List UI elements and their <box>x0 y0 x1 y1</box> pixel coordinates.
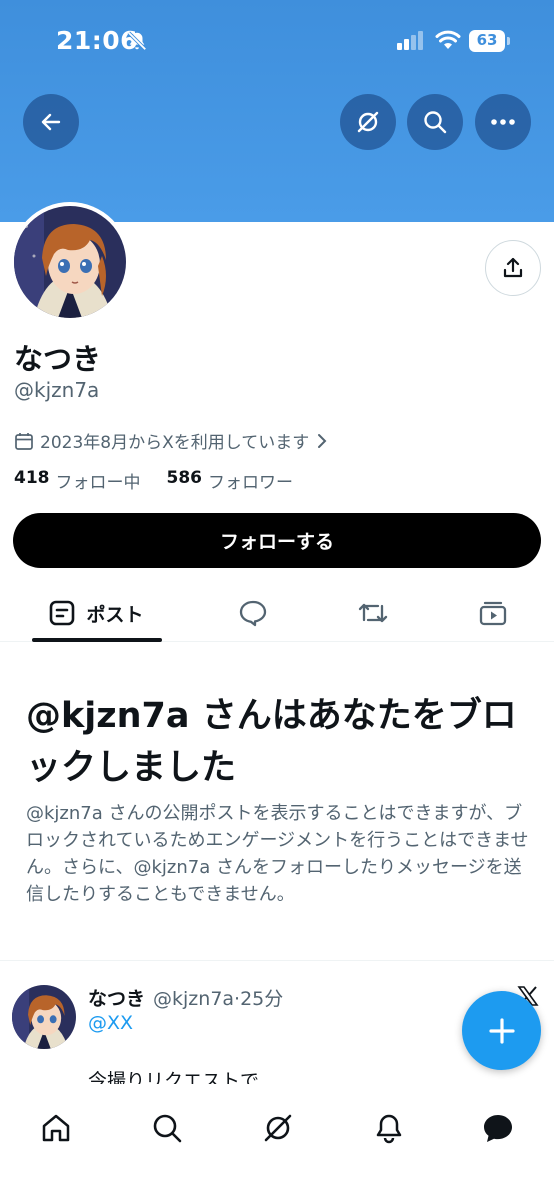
calendar-icon <box>15 432 33 450</box>
tab-active-indicator <box>32 638 162 642</box>
followers-label[interactable]: フォロワー <box>208 468 293 493</box>
post-avatar[interactable] <box>12 985 76 1049</box>
user-handle: @kjzn7a <box>14 378 100 402</box>
search-icon <box>153 1114 182 1143</box>
post-author[interactable]: なつき <box>88 984 145 1011</box>
plus-icon <box>488 1017 515 1044</box>
grok-icon <box>264 1114 292 1142</box>
following-count[interactable]: 418 <box>14 468 50 493</box>
notifications-icon <box>376 1114 402 1144</box>
followers-count[interactable]: 586 <box>167 468 203 493</box>
bottom-nav <box>0 1084 554 1200</box>
profile-tabs: ポスト <box>0 584 554 642</box>
tab-media[interactable] <box>463 584 523 642</box>
wifi-icon <box>435 30 461 49</box>
nav-grok[interactable] <box>248 1098 308 1158</box>
tab-posts-label: ポスト <box>86 603 144 626</box>
divider <box>0 960 554 961</box>
compose-button[interactable] <box>462 991 541 1070</box>
repost-icon <box>358 603 388 623</box>
grok-button[interactable] <box>340 94 396 150</box>
avatar-image <box>14 206 126 318</box>
media-icon <box>479 601 507 626</box>
share-icon <box>503 257 523 278</box>
nav-messages[interactable] <box>468 1098 528 1158</box>
blocked-description: @kjzn7a さんの公開ポストを表示することはできますが、ブロックされているた… <box>26 803 529 905</box>
replies-icon <box>239 600 267 627</box>
follow-button[interactable]: フォローする <box>13 513 541 568</box>
tab-posts[interactable]: ポスト <box>30 584 162 642</box>
following-label[interactable]: フォロー中 <box>56 468 141 493</box>
nav-notifications[interactable] <box>359 1098 419 1158</box>
home-icon <box>42 1114 70 1142</box>
display-name: なつき <box>14 342 102 376</box>
more-icon <box>491 119 515 125</box>
nav-home[interactable] <box>26 1098 86 1158</box>
chevron-right-icon <box>318 433 327 448</box>
status-bar: 21:06 63 <box>0 0 554 84</box>
post-avatar-image <box>12 985 76 1049</box>
grok-icon <box>357 111 379 133</box>
post-header: なつき @kjzn7a·25分 <box>88 984 283 1011</box>
arrow-left-icon <box>41 113 61 131</box>
joined-date[interactable]: 2023年8月からXを利用しています <box>14 428 327 453</box>
search-icon <box>424 111 447 134</box>
tab-replies[interactable] <box>223 584 283 642</box>
search-button[interactable] <box>407 94 463 150</box>
back-button[interactable] <box>23 94 79 150</box>
tab-reposts[interactable] <box>343 584 403 642</box>
messages-icon <box>484 1115 512 1142</box>
share-button[interactable] <box>485 240 541 296</box>
nav-search[interactable] <box>137 1098 197 1158</box>
profile-avatar[interactable] <box>10 202 130 322</box>
joined-text: 2023年8月からXを利用しています <box>40 433 310 453</box>
bell-off-icon <box>127 31 147 51</box>
blocked-title: @kjzn7a さんはあなたをブロックしました <box>26 696 517 788</box>
signal-icon <box>397 31 423 50</box>
more-button[interactable] <box>475 94 531 150</box>
post-mention[interactable]: @XX <box>88 1012 133 1034</box>
posts-icon <box>50 600 75 626</box>
battery-level: 63 <box>476 31 498 49</box>
post-meta: @kjzn7a·25分 <box>153 988 284 1010</box>
follow-counts: 418 フォロー中 586 フォロワー <box>14 468 293 493</box>
